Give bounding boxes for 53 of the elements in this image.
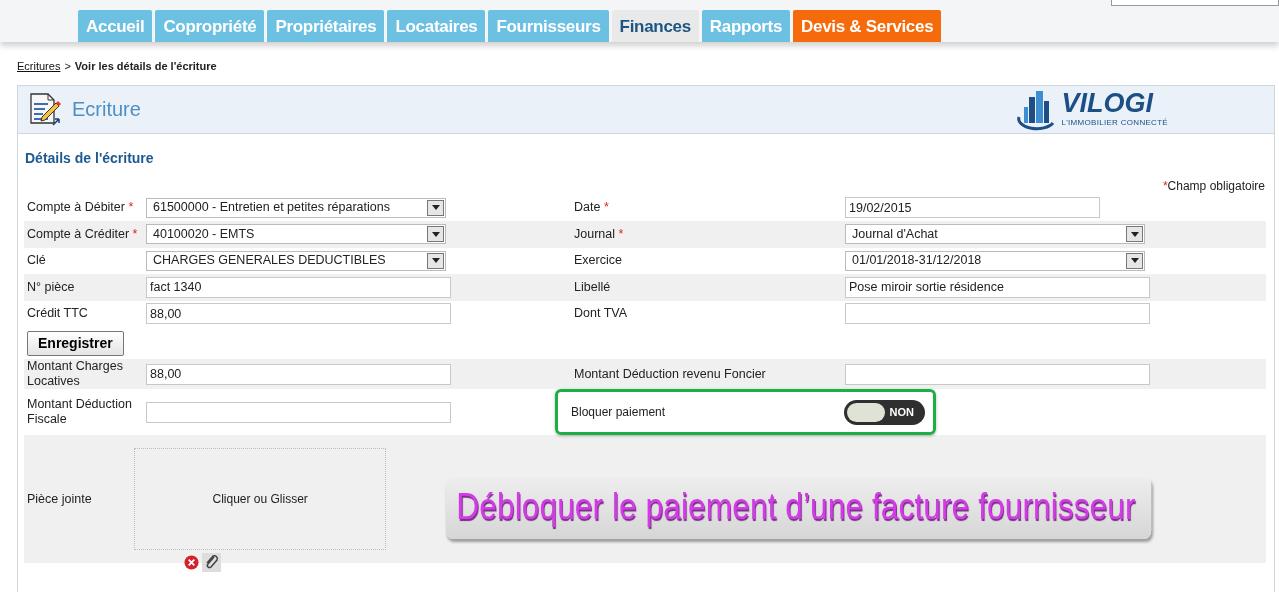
- field-label: N° pièce: [27, 279, 75, 294]
- field-label: Journal: [574, 226, 615, 241]
- select-field[interactable]: CHARGES GENERALES DEDUCTIBLES: [146, 250, 446, 271]
- breadcrumb-current: Voir les détails de l'écriture: [74, 59, 217, 74]
- field-label: Crédit TTC: [27, 306, 88, 321]
- input-field[interactable]: 88,00: [146, 303, 451, 325]
- select-field[interactable]: Journal d'Achat: [845, 224, 1145, 245]
- input-field[interactable]: 19/02/2015: [845, 197, 1100, 219]
- breadcrumb-separator: >: [64, 59, 71, 74]
- required-mark: *: [603, 200, 609, 215]
- delete-icon[interactable]: [184, 555, 200, 570]
- section-title: Détails de l'écriture: [25, 148, 155, 168]
- input-field[interactable]: 88,00: [146, 363, 451, 385]
- field-label: Bloquer paiement: [571, 404, 666, 421]
- field-label: Clé: [27, 253, 46, 268]
- file-dropzone[interactable]: Cliquer ou Glisser: [134, 448, 387, 550]
- field-label: Montant Déduction revenu Foncier: [574, 366, 766, 381]
- caret-icon: [431, 231, 440, 237]
- toggle-switch[interactable]: NON: [844, 399, 925, 425]
- select-field[interactable]: 40100020 - EMTS: [146, 224, 446, 245]
- panel-title: Ecriture: [72, 97, 141, 122]
- required-mark: *: [128, 200, 134, 215]
- field-label: Compte à Débiter: [27, 200, 125, 215]
- select-field[interactable]: 61500000 - Entretien et petites réparations: [146, 197, 446, 218]
- input-field[interactable]: [845, 303, 1150, 325]
- field-label: Exercice: [574, 253, 622, 268]
- required-mark: *: [132, 226, 138, 241]
- breadcrumb-link[interactable]: Ecritures: [17, 58, 61, 75]
- input-field[interactable]: [845, 363, 1150, 385]
- save-button[interactable]: Enregistrer: [27, 331, 124, 356]
- required-note: *Champ obligatoire: [1162, 178, 1265, 193]
- required-mark: *: [618, 226, 624, 241]
- document-edit-icon: [28, 92, 62, 126]
- field-label: Montant Déduction Fiscale: [27, 397, 132, 426]
- nav-tab[interactable]: Finances: [611, 10, 699, 42]
- caret-icon: [431, 258, 440, 264]
- field-label: Montant Charges Locatives: [27, 359, 123, 388]
- caret-icon: [431, 205, 440, 211]
- field-label: Dont TVA: [574, 306, 628, 321]
- caption-banner: Débloquer le paiement d’une facture fournisseur: [446, 477, 1152, 539]
- input-field[interactable]: Pose miroir sortie résidence: [845, 276, 1150, 298]
- logo-tagline: L'IMMOBILIER CONNECTÉ: [1061, 116, 1168, 129]
- field-label: Libellé: [574, 279, 611, 294]
- caret-icon: [1130, 258, 1139, 264]
- input-field[interactable]: fact 1340: [146, 276, 451, 298]
- input-field[interactable]: [146, 401, 451, 423]
- field-label: Pièce jointe: [27, 491, 92, 506]
- select-field[interactable]: 01/01/2018-31/12/2018: [845, 250, 1145, 271]
- caret-icon: [1130, 231, 1139, 237]
- field-label: Date: [574, 200, 601, 215]
- logo-wordmark: VILOGI: [1061, 89, 1155, 117]
- field-label: Compte à Créditer: [27, 226, 130, 241]
- paperclip-icon[interactable]: [202, 553, 222, 572]
